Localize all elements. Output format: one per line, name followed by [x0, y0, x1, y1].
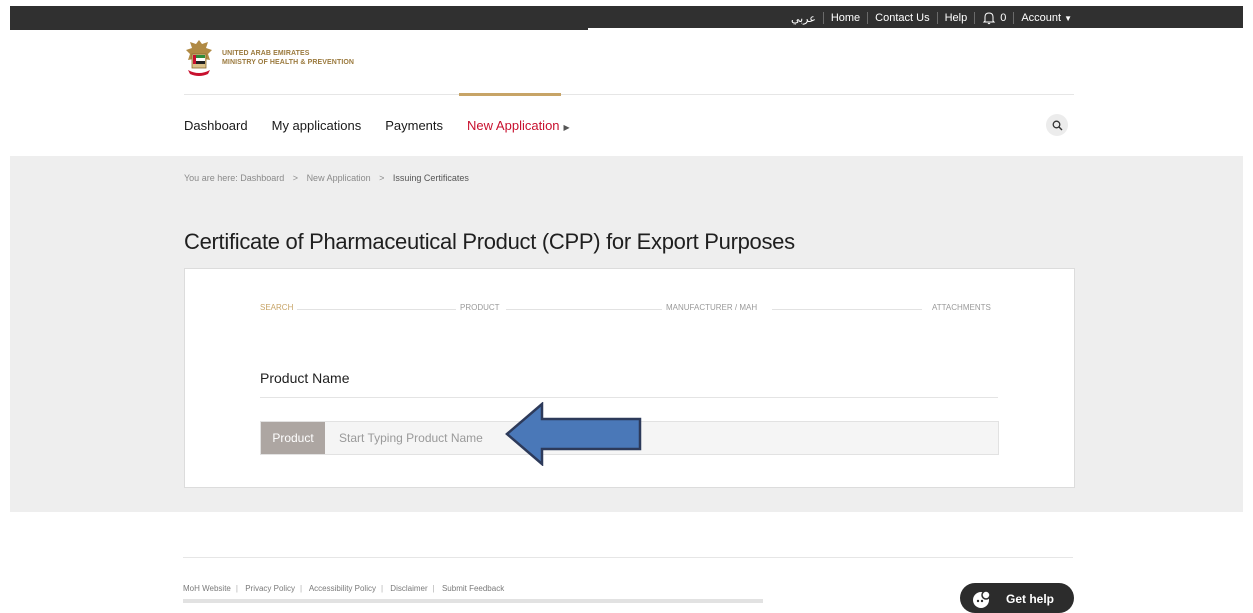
- step-attachments: ATTACHMENTS: [928, 303, 995, 312]
- page-gutter-right: [1243, 0, 1253, 605]
- footer-link-privacy[interactable]: Privacy Policy: [245, 584, 295, 593]
- footer-link-disclaimer[interactable]: Disclaimer: [390, 584, 427, 593]
- logo-line-1: UNITED ARAB EMIRATES: [222, 50, 310, 57]
- step-manufacturer: MANUFACTURER / MAH: [662, 303, 762, 312]
- step-search: SEARCH: [260, 303, 298, 312]
- breadcrumb-item-new-application[interactable]: New Application: [307, 173, 371, 183]
- nav-divider: [184, 94, 1074, 95]
- breadcrumb-separator: >: [379, 173, 385, 183]
- breadcrumb-item-dashboard[interactable]: Dashboard: [240, 173, 284, 183]
- topbar-overlay: [10, 6, 1243, 32]
- breadcrumb-prefix: You are here:: [184, 173, 238, 183]
- footer-link-moh-website[interactable]: MoH Website: [183, 584, 231, 593]
- product-field-label: Product: [261, 422, 325, 454]
- nav-item-dashboard[interactable]: Dashboard: [184, 118, 248, 133]
- search-button[interactable]: [1046, 114, 1068, 136]
- step-connector: [506, 309, 662, 310]
- chevron-right-icon: ▶: [563, 123, 570, 132]
- header-white-strip: [588, 28, 1243, 32]
- ministry-logo[interactable]: UNITED ARAB EMIRATES MINISTRY OF HEALTH …: [184, 38, 354, 78]
- nav-item-my-applications[interactable]: My applications: [272, 118, 362, 133]
- search-icon: [1052, 120, 1062, 130]
- progress-steps: SEARCH PRODUCT MANUFACTURER / MAH ATTACH…: [260, 303, 998, 315]
- footer-copyright-blur: [183, 599, 763, 603]
- main-nav: Dashboard My applications Payments New A…: [184, 118, 594, 133]
- step-product: PRODUCT: [456, 303, 504, 312]
- section-divider: [260, 397, 998, 398]
- annotation-arrow-left-icon: [505, 402, 642, 466]
- chat-icon: [973, 590, 991, 608]
- footer-link-accessibility[interactable]: Accessibility Policy: [309, 584, 376, 593]
- page-gutter-left: [0, 0, 10, 605]
- divider: |: [299, 584, 303, 593]
- divider: |: [380, 584, 384, 593]
- logo-text: UNITED ARAB EMIRATES MINISTRY OF HEALTH …: [222, 49, 354, 67]
- nav-item-new-application[interactable]: New Application ▶: [467, 118, 570, 133]
- nav-item-payments[interactable]: Payments: [385, 118, 443, 133]
- site-header: UNITED ARAB EMIRATES MINISTRY OF HEALTH …: [10, 30, 1243, 156]
- get-help-button[interactable]: Get help: [960, 583, 1074, 613]
- step-connector: [772, 309, 922, 310]
- footer-links: MoH Website | Privacy Policy | Accessibili…: [183, 584, 504, 593]
- product-name-input[interactable]: [325, 422, 998, 454]
- nav-active-indicator: [459, 93, 561, 96]
- footer-link-feedback[interactable]: Submit Feedback: [442, 584, 504, 593]
- uae-emblem-icon: [186, 40, 212, 76]
- logo-line-2: MINISTRY OF HEALTH & PREVENTION: [222, 59, 355, 66]
- nav-item-new-application-label: New Application: [467, 118, 560, 133]
- footer-divider: [183, 557, 1073, 558]
- get-help-label: Get help: [1006, 592, 1055, 606]
- page-title: Certificate of Pharmaceutical Product (C…: [184, 229, 795, 254]
- breadcrumb-separator: >: [292, 173, 299, 183]
- section-title: Product Name: [260, 370, 350, 386]
- breadcrumb-item-current: Issuing Certificates: [392, 173, 469, 183]
- divider: |: [432, 584, 435, 593]
- step-connector: [296, 309, 460, 310]
- divider: |: [235, 584, 238, 593]
- breadcrumb: You are here: Dashboard > New Applicatio…: [184, 173, 469, 183]
